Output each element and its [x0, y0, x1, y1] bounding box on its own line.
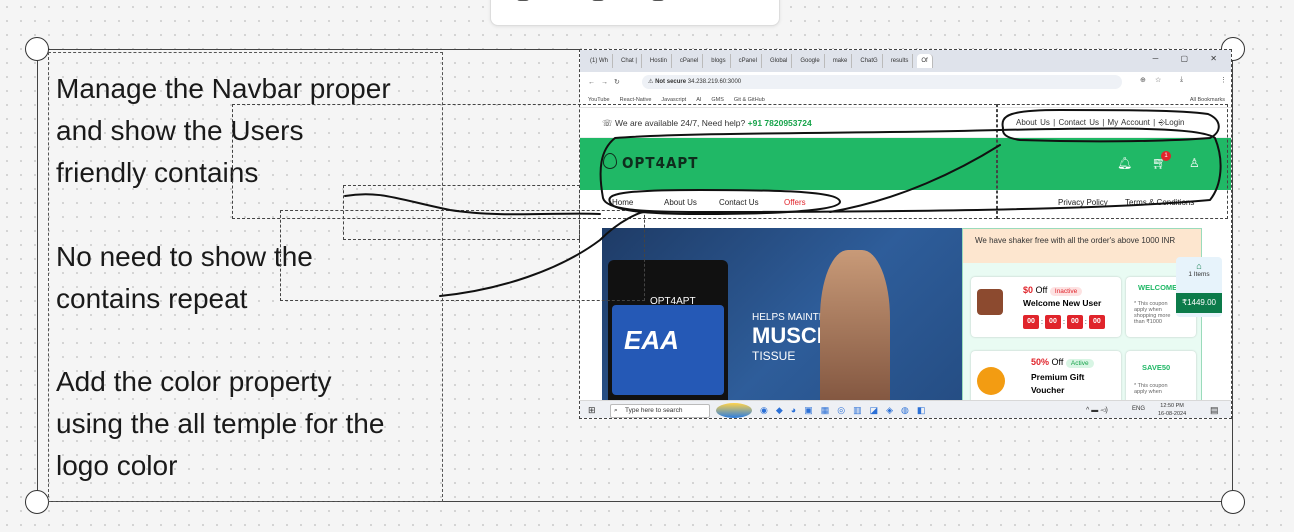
ink-arrow-navbar	[344, 144, 1001, 216]
ink-annotations	[344, 109, 1222, 297]
ink-arrow-repeat	[439, 211, 646, 297]
ink-toplinks-oval	[1001, 109, 1220, 143]
